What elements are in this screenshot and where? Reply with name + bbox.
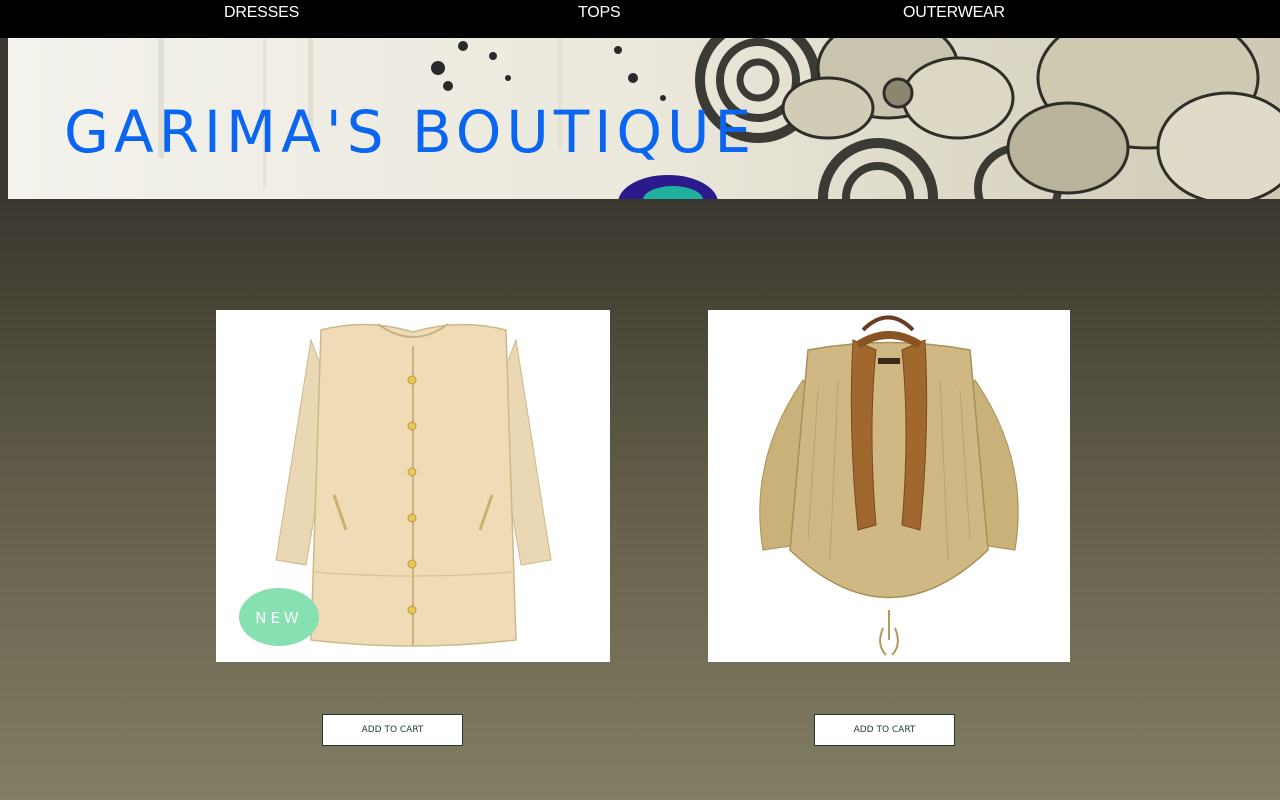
header-banner: GARIMA'S BOUTIQUE [8,38,1280,199]
top-nav: DRESSES TOPS OUTERWEAR [0,0,1280,38]
product-card-beige-coat[interactable]: NEW [216,310,610,662]
nav-link-tops[interactable]: TOPS [578,4,621,22]
beige-coat-image[interactable]: NEW [216,310,610,662]
new-badge-text: NEW [255,609,303,627]
product-card-knit-cardigan[interactable] [708,310,1070,662]
add-to-cart-button[interactable]: ADD TO CART [322,714,463,746]
nav-link-dresses[interactable]: DRESSES [224,4,299,22]
add-to-cart-button[interactable]: ADD TO CART [814,714,955,746]
fur-collar-cardigan-image[interactable] [708,310,1070,662]
site-title: GARIMA'S BOUTIQUE [64,98,757,166]
nav-link-outerwear[interactable]: OUTERWEAR [903,4,1005,22]
